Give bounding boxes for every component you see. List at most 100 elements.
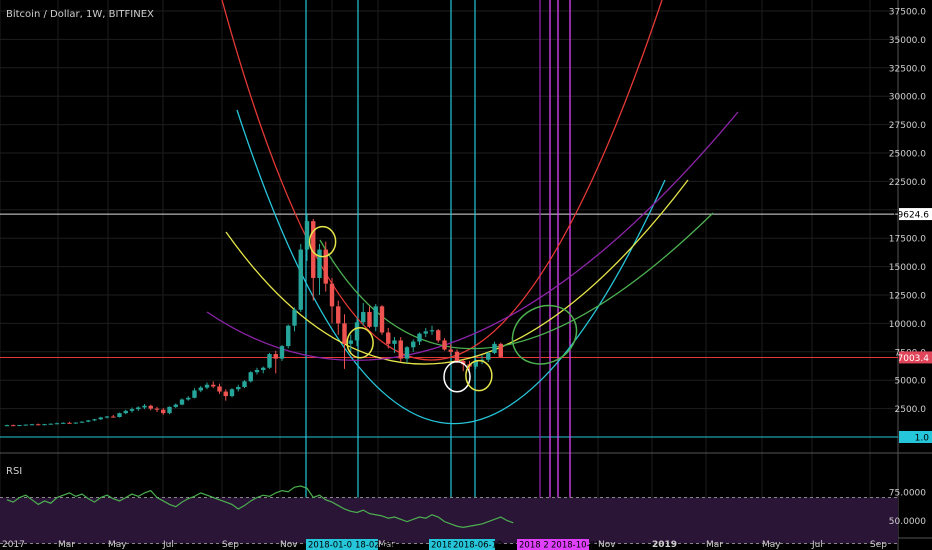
candle-body	[154, 408, 160, 410]
candle-body	[436, 330, 441, 341]
candle-body	[361, 312, 366, 323]
candle-body	[292, 309, 297, 326]
price-tick-label: 12500.0	[889, 292, 926, 302]
candle-body	[417, 333, 422, 342]
price-tick-label: 27500.0	[889, 121, 926, 131]
time-highlight-label: 2018-01-01	[308, 541, 357, 550]
price-tick-label: 37500.0	[889, 8, 926, 18]
candle-body	[167, 406, 172, 414]
candle-body	[11, 425, 16, 427]
candle-body	[217, 386, 222, 392]
time-tick-label: May	[108, 540, 127, 550]
parabolic-arc	[319, 212, 714, 350]
candle-body	[423, 331, 428, 334]
price-tick-label: 5000.0	[895, 377, 927, 387]
price-tick-label: 17500.0	[889, 235, 926, 245]
candle-body	[229, 389, 235, 397]
time-tick-label: Nov	[598, 540, 616, 550]
candle-body	[254, 369, 260, 373]
candle-body	[298, 249, 303, 310]
time-highlight-label: 18-02-05	[355, 541, 394, 550]
price-label: 7003.4	[898, 354, 930, 364]
time-tick-label: Sep	[222, 540, 239, 550]
candle-body	[179, 399, 185, 405]
candle-body	[398, 340, 403, 359]
time-tick-label: 2019	[652, 540, 677, 550]
candle-body	[486, 352, 491, 360]
candle-body	[342, 323, 347, 344]
candle-body	[279, 346, 285, 359]
annotation-circle	[511, 304, 578, 365]
price-tick-label: 22500.0	[889, 178, 926, 188]
candle-body	[429, 330, 435, 332]
price-tick-label: 32500.0	[889, 64, 926, 74]
candle-body	[373, 306, 378, 327]
price-chart[interactable]: 37500.0 35000.0 32500.0 30000.0 27500.0 25000…	[0, 0, 932, 550]
candle-body	[286, 325, 291, 347]
candle-body	[61, 422, 66, 424]
time-highlight-label: 2018-06-18	[453, 541, 502, 550]
price-label: 1.0	[915, 433, 930, 443]
candle-body	[67, 422, 72, 424]
price-tick-label: 15000.0	[889, 263, 926, 273]
candle-body	[348, 340, 353, 344]
candle-body	[17, 425, 22, 427]
time-highlight-label: 2018-10-01	[551, 541, 600, 550]
candle-body	[354, 322, 360, 341]
candle-body	[498, 343, 503, 357]
chart-title: Bitcoin / Dollar, 1W, BITFINEX	[6, 9, 154, 20]
candle-body	[98, 417, 103, 420]
candle-body	[104, 416, 110, 418]
parabolic-arc	[221, 0, 663, 361]
candle-body	[448, 349, 453, 352]
candle-body	[386, 332, 391, 344]
candles	[4, 214, 503, 427]
candle-body	[317, 249, 322, 278]
rsi-band	[0, 497, 898, 544]
candle-body	[211, 384, 216, 387]
candle-body	[73, 422, 78, 424]
candle-body	[36, 424, 41, 426]
price-label: 19624.6	[892, 211, 929, 221]
time-tick-label: Mar	[706, 540, 723, 550]
time-highlight-label: 2018 20	[519, 541, 554, 550]
candle-body	[336, 306, 341, 324]
grid-lines	[0, 0, 898, 538]
price-tick-label: 30000.0	[889, 93, 926, 103]
candle-body	[392, 340, 397, 344]
candle-body	[86, 420, 91, 422]
candle-body	[273, 354, 278, 359]
candle-body	[111, 416, 116, 418]
candle-body	[198, 387, 203, 391]
time-tick-label: May	[762, 540, 781, 550]
time-tick-label: Nov	[280, 540, 298, 550]
candle-body	[204, 384, 210, 388]
candle-body	[261, 367, 266, 370]
candle-body	[454, 351, 460, 361]
price-tick-label: 10000.0	[889, 320, 926, 330]
candle-body	[329, 283, 335, 307]
candle-body	[29, 424, 35, 426]
candle-body	[411, 341, 416, 348]
candle-body	[236, 387, 241, 390]
price-tick-label: 2500.0	[895, 405, 927, 415]
candle-body	[4, 425, 10, 427]
candle-body	[404, 347, 410, 359]
candle-body	[123, 410, 128, 414]
candle-body	[186, 397, 191, 400]
rsi-label: RSI	[6, 466, 23, 477]
candle-body	[48, 423, 53, 425]
candle-body	[192, 390, 197, 398]
candle-body	[79, 421, 85, 423]
time-tick-label: 2017	[2, 540, 25, 550]
candle-body	[492, 343, 497, 353]
time-tick-label: Sep	[870, 540, 887, 550]
rsi-tick-label: 75.0000	[889, 488, 926, 498]
candle-body	[142, 405, 147, 408]
time-tick-label: Jul	[811, 540, 823, 550]
candle-body	[92, 419, 97, 421]
candle-body	[323, 249, 328, 284]
candle-body	[117, 413, 122, 418]
time-tick-label: Jul	[162, 540, 174, 550]
candle-body	[379, 306, 385, 333]
